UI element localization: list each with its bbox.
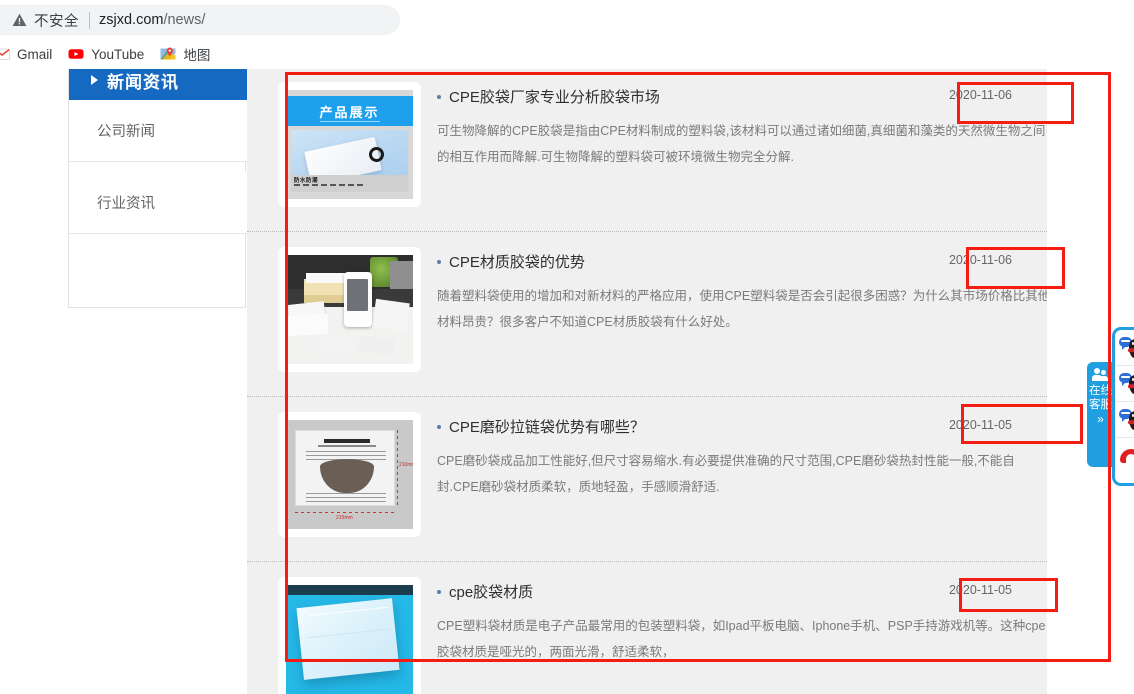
bookmark-label: 地图	[183, 48, 211, 63]
thumbnail-caption: 防水防潮	[294, 178, 319, 184]
news-date: 2020-11-06	[948, 88, 1012, 102]
qq-penguin-icon	[1119, 336, 1134, 360]
omnibar-row: 不安全 zsjxd.com/news/	[0, 0, 1134, 39]
bookmark-maps[interactable]: 地图	[152, 42, 218, 66]
news-title-text: CPE胶袋厂家专业分析胶袋市场	[449, 89, 660, 106]
news-thumbnail-card[interactable]	[278, 577, 421, 694]
url-domain: zsjxd.com	[99, 12, 164, 28]
list-separator	[247, 231, 1067, 232]
security-status-label: 不安全	[34, 13, 79, 30]
sidebar-item-label: 公司新闻	[97, 124, 155, 140]
bag-print-title	[324, 439, 370, 443]
news-thumbnail-card[interactable]	[278, 247, 421, 372]
qq-penguin-icon	[1119, 372, 1134, 396]
news-title-text: CPE材质胶袋的优势	[449, 254, 585, 271]
news-description: 可生物降解的CPE胶袋是指由CPE材料制成的塑料袋,该材料可以通过诸如细菌,真细…	[437, 124, 1046, 164]
news-description: 随着塑料袋使用的增加和对新材料的严格应用，使用CPE塑料袋是否会引起很多困惑？为…	[437, 289, 1051, 329]
qq-contact-row[interactable]	[1115, 366, 1134, 402]
triangle-right-icon	[91, 75, 98, 85]
news-description: CPE塑料袋材质是电子产品最常用的包装塑料袋，如Ipad平板电脑、Iphone手…	[437, 619, 1046, 659]
packaging-item	[315, 335, 357, 357]
google-maps-icon	[160, 46, 176, 62]
bag-print-text	[306, 493, 386, 502]
news-date: 2020-11-05	[948, 583, 1012, 597]
clear-plastic-bags-thumbnail	[286, 585, 413, 694]
thumbnail-caption-strip: 防水防潮	[291, 175, 408, 192]
bullet-icon	[437, 589, 441, 594]
bookmarks-bar: Gmail YouTube 地图	[0, 39, 1134, 69]
news-list: 产品展示 防水防潮 CPE胶袋厂家专业分析胶袋市场 可生物降解的CPE胶袋是指由…	[247, 69, 1067, 694]
qq-contact-row[interactable]	[1115, 402, 1134, 438]
youtube-icon	[68, 46, 84, 62]
url-path: /news/	[163, 12, 206, 28]
dimension-line-vertical	[397, 430, 398, 506]
warning-triangle-icon	[12, 13, 27, 27]
telephone-contact-row[interactable]	[1115, 438, 1134, 474]
news-date: 2020-11-06	[948, 253, 1012, 267]
list-separator	[247, 396, 1067, 397]
bookmark-label: Gmail	[17, 46, 53, 62]
dimension-label-height: 210mm	[399, 462, 413, 468]
news-list-item[interactable]: 210mm 215mm CPE磨砂拉链袋优势有哪些？ CPE磨砂袋成品加工性能好…	[247, 399, 1067, 564]
qq-contact-row[interactable]	[1115, 330, 1134, 366]
browser-chrome: 不安全 zsjxd.com/news/ Gmail YouTube 地图	[0, 0, 1134, 69]
sidebar-item-company-news[interactable]: 公司新闻	[69, 100, 247, 162]
photo-background-dark	[286, 585, 413, 595]
omnibox-divider	[89, 11, 90, 29]
qq-penguin-icon	[1119, 408, 1134, 432]
customer-service-toggle-tab[interactable]: 在线客服 »	[1087, 362, 1114, 467]
gmail-icon	[0, 46, 10, 62]
product-display-bag-thumbnail: 产品展示 防水防潮	[286, 90, 413, 199]
address-bar[interactable]: 不安全 zsjxd.com/news/	[0, 5, 400, 35]
sidebar-item-industry-news[interactable]: 行业资讯	[69, 172, 247, 234]
news-title-text: CPE磨砂拉链袋优势有哪些？	[449, 419, 645, 436]
bullet-icon	[437, 424, 441, 429]
news-thumbnail-card[interactable]: 产品展示 防水防潮	[278, 82, 421, 207]
page-content: 新闻资讯 公司新闻 行业资讯 产品展示 防水防潮 CPE胶袋厂家专业分析胶袋市场…	[0, 69, 1134, 694]
news-date: 2020-11-05	[948, 418, 1012, 432]
bullet-icon	[437, 94, 441, 99]
list-separator	[247, 561, 1067, 562]
sidebar-title: 新闻资讯	[107, 72, 179, 92]
thumbnail-photo: 210mm 215mm	[286, 420, 413, 529]
chevron-right-icon: »	[1097, 412, 1104, 426]
bullet-icon	[437, 259, 441, 264]
packaging-item	[359, 335, 395, 355]
people-chat-icon	[1087, 366, 1114, 383]
bookmark-youtube[interactable]: YouTube	[60, 42, 152, 66]
thumbnail-photo	[286, 585, 413, 694]
news-list-item[interactable]: cpe胶袋材质 CPE塑料袋材质是电子产品最常用的包装塑料袋，如Ipad平板电脑…	[247, 564, 1067, 694]
packaging-item	[286, 313, 329, 337]
bookmark-gmail[interactable]: Gmail	[0, 42, 60, 66]
zipper-bag	[295, 430, 395, 506]
mask-zipper-bag-thumbnail: 210mm 215mm	[286, 420, 413, 529]
news-description: CPE磨砂袋成品加工性能好,但尺寸容易缩水.有必要提供准确的尺寸范围,CPE磨砂…	[437, 454, 1015, 494]
sidebar-item-label: 行业资讯	[97, 196, 155, 212]
news-thumbnail-card[interactable]: 210mm 215mm	[278, 412, 421, 537]
thumbnail-caption-lines	[294, 184, 364, 186]
url-text: zsjxd.com/news/	[99, 12, 205, 28]
customer-service-panel	[1112, 327, 1134, 486]
face-mask-shape	[320, 459, 374, 493]
news-list-item[interactable]: 产品展示 防水防潮 CPE胶袋厂家专业分析胶袋市场 可生物降解的CPE胶袋是指由…	[247, 69, 1067, 234]
customer-service-tab-label: 在线客服	[1089, 385, 1112, 411]
thumbnail-banner-underline	[320, 121, 380, 122]
online-customer-service-widget: 在线客服 »	[1087, 327, 1134, 486]
dimension-line-horizontal	[295, 512, 395, 513]
phone-packaging-thumbnail	[286, 255, 413, 364]
news-list-item[interactable]: CPE材质胶袋的优势 随着塑料袋使用的增加和对新材料的严格应用，使用CPE塑料袋…	[247, 234, 1067, 399]
news-category-sidebar: 新闻资讯 公司新闻 行业资讯	[68, 69, 247, 308]
bookmark-label: YouTube	[91, 46, 145, 62]
phone-screen	[347, 279, 368, 311]
packaging-item	[372, 298, 410, 332]
sidebar-header: 新闻资讯	[69, 69, 247, 100]
telephone-icon	[1119, 445, 1134, 467]
news-title-text: cpe胶袋材质	[449, 584, 534, 601]
web-page-viewport: 新闻资讯 公司新闻 行业资讯 产品展示 防水防潮 CPE胶袋厂家专业分析胶袋市场…	[0, 69, 1134, 694]
bag-print-subtitle	[318, 445, 376, 447]
thumbnail-photo: 防水防潮	[291, 130, 408, 192]
thumbnail-photo	[286, 255, 413, 364]
content-right-margin	[1047, 69, 1067, 694]
dimension-label-width: 215mm	[336, 515, 353, 521]
